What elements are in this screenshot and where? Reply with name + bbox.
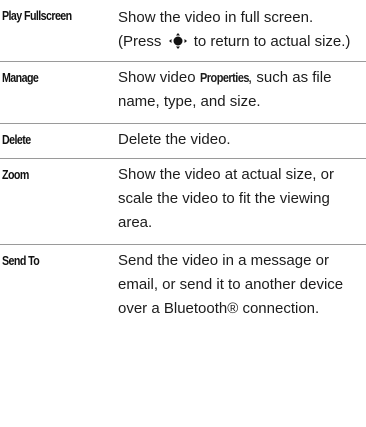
video-options-table: Play Fullscreen Show the video in full s… (0, 0, 366, 330)
option-row-zoom: Zoom Show the video at actual size, or s… (0, 159, 366, 245)
properties-label: Properties (199, 70, 249, 85)
option-name: Send To (2, 253, 40, 268)
option-description: Send the video in a message or email, or… (118, 252, 344, 317)
option-name: Delete (2, 132, 31, 147)
option-row-delete: Delete Delete the video. (0, 124, 366, 159)
option-description: Show video Properties, such as file name… (114, 62, 366, 124)
nav-key-icon (168, 33, 187, 49)
option-row-play-fullscreen: Play Fullscreen Show the video in full s… (0, 0, 366, 62)
option-description: Show the video at actual size, or scale … (118, 166, 334, 231)
option-row-send-to: Send To Send the video in a message or e… (0, 245, 366, 331)
option-name: Zoom (2, 167, 29, 182)
option-description: Delete the video. (118, 131, 231, 148)
option-name: Manage (2, 70, 39, 85)
option-name: Play Fullscreen (2, 8, 72, 23)
option-row-manage: Manage Show video Properties, such as fi… (0, 62, 366, 124)
option-description: Show the video in full screen. (Press to… (118, 9, 351, 50)
